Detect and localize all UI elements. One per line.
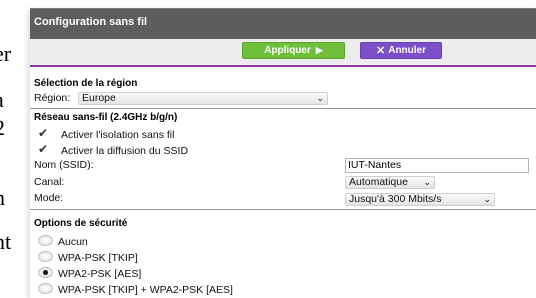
background-text-fragment: n (0, 187, 5, 209)
panel-title: Configuration sans fil (34, 16, 148, 28)
apply-label: Appliquer (264, 45, 311, 56)
channel-value: Automatique (349, 176, 408, 188)
channel-select[interactable]: Automatique ⌄ (345, 176, 435, 189)
isolation-label: Activer l'isolation sans fil (61, 129, 175, 141)
apply-button[interactable]: Appliquer ▶ (242, 42, 345, 59)
cancel-label: Annuler (388, 45, 426, 56)
ssid-input[interactable]: IUT-Nantes (345, 158, 529, 173)
security-radio-none[interactable] (38, 235, 53, 246)
security-radio-wpa-wpa2-mixed[interactable] (38, 283, 53, 294)
isolation-checkbox[interactable]: ✔ (38, 127, 52, 139)
region-select[interactable]: Europe ⌄ (78, 92, 328, 105)
background-text-fragment: er (0, 41, 12, 66)
security-option-label: WPA-PSK [TKIP] + WPA2-PSK [AES] (58, 284, 233, 296)
security-option-label: WPA2-PSK [AES] (58, 268, 142, 280)
wireless-section-title: Réseau sans-fil (2.4GHz b/g/n) (34, 112, 178, 123)
divider (30, 108, 536, 109)
cancel-button[interactable]: ✕ Annuler (360, 42, 442, 59)
mode-select[interactable]: Jusqu'à 300 Mbits/s ⌄ (345, 193, 495, 206)
background-text-fragment: 2 (0, 117, 5, 139)
background-text-fragment: a (0, 89, 4, 111)
close-icon: ✕ (376, 45, 386, 57)
chevron-down-icon: ⌄ (483, 194, 491, 204)
chevron-down-icon: ⌄ (423, 177, 431, 187)
region-section-title: Sélection de la région (34, 78, 138, 89)
play-arrow-icon: ▶ (315, 45, 323, 55)
region-value: Europe (82, 92, 116, 104)
ssid-broadcast-checkbox[interactable]: ✔ (38, 143, 52, 155)
security-section-title: Options de sécurité (34, 218, 128, 229)
region-label: Région: (34, 92, 71, 104)
security-radio-wpa-tkip[interactable] (38, 251, 53, 262)
security-radio-wpa2-aes[interactable] (38, 267, 53, 278)
ssid-label: Nom (SSID): (34, 159, 94, 171)
wireless-settings-panel: Configuration sans fil Appliquer ▶ ✕ Ann… (30, 8, 536, 298)
channel-label: Canal: (34, 176, 65, 188)
security-option-label: Aucun (58, 236, 88, 248)
chevron-down-icon: ⌄ (316, 93, 324, 103)
divider (30, 209, 536, 210)
action-bar: Appliquer ▶ ✕ Annuler (30, 39, 536, 67)
security-option-label: WPA-PSK [TKIP] (58, 252, 138, 264)
mode-value: Jusqu'à 300 Mbits/s (349, 193, 442, 205)
mode-label: Mode: (34, 192, 64, 204)
ssid-broadcast-label: Activer la diffusion du SSID (61, 145, 189, 157)
panel-titlebar: Configuration sans fil (30, 8, 536, 39)
background-text-fragment: nt (0, 229, 12, 254)
